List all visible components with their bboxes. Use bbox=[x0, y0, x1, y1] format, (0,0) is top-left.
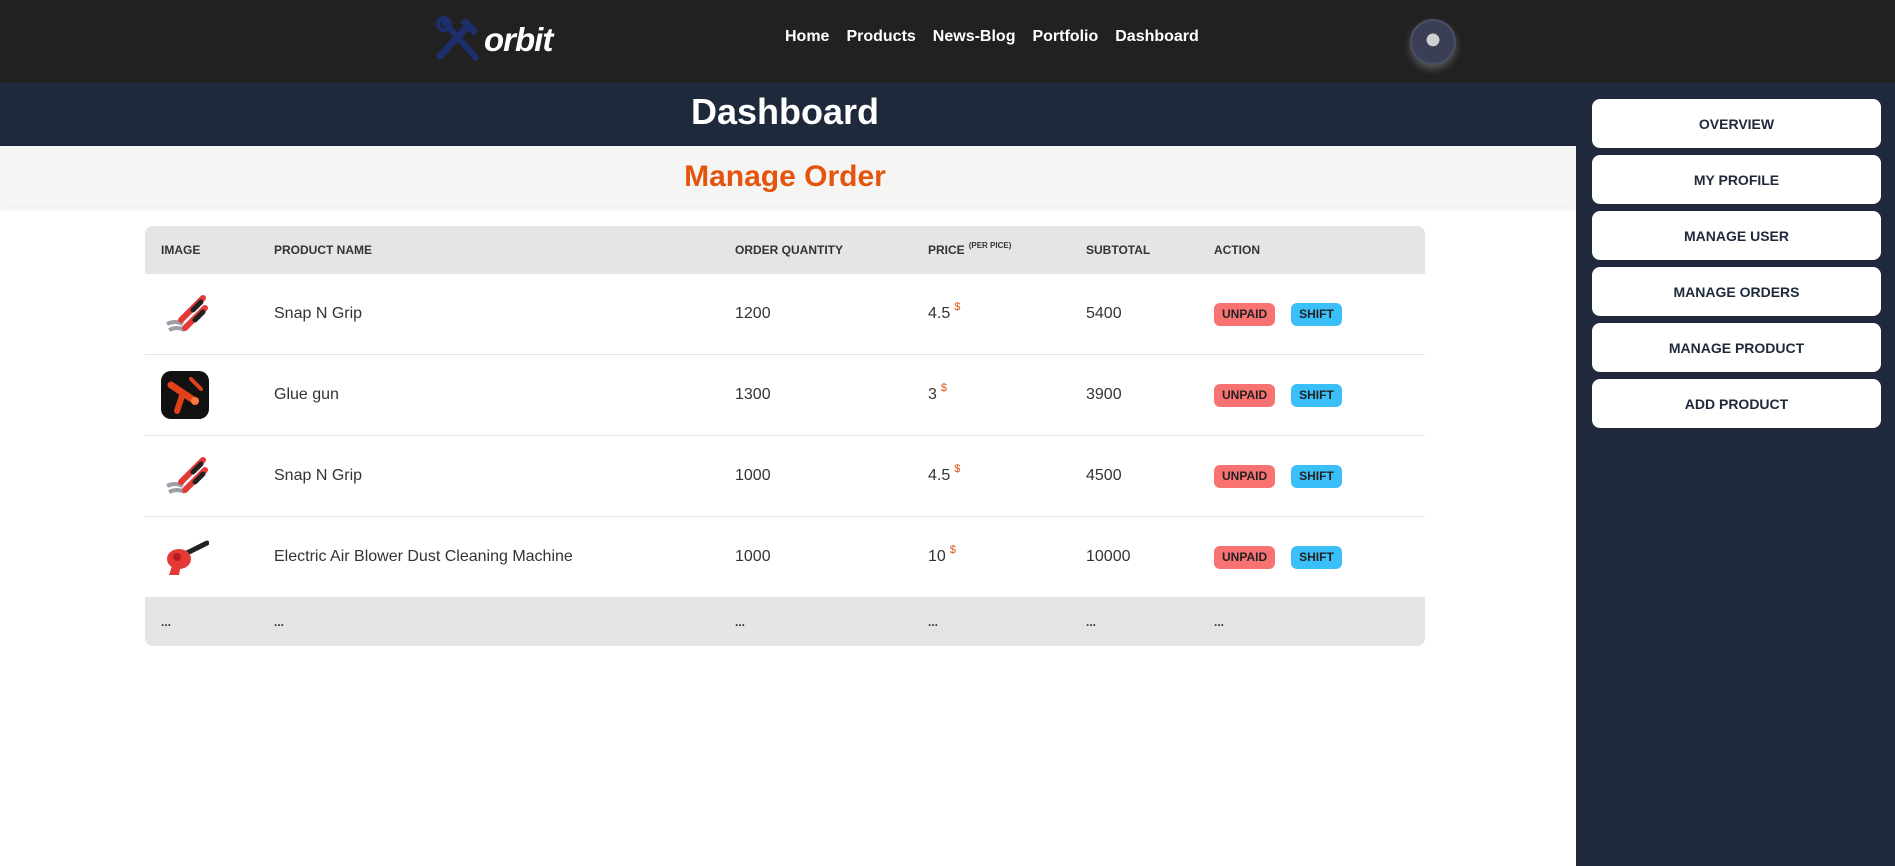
shift-button[interactable]: SHIFT bbox=[1291, 302, 1342, 326]
product-name: Snap N Grip bbox=[274, 467, 363, 484]
sidebar-overview-button[interactable]: OVERVIEW bbox=[1592, 99, 1881, 148]
currency-symbol: $ bbox=[940, 382, 948, 394]
header-subtotal: SUBTOTAL bbox=[1086, 243, 1151, 257]
sidebar-manage-product-button[interactable]: MANAGE PRODUCT bbox=[1592, 323, 1881, 372]
row-actions: UNPAID SHIFT bbox=[1214, 436, 1358, 516]
footer-cell: ... bbox=[928, 615, 939, 629]
price: 4.5 $ bbox=[928, 274, 960, 354]
header-action: ACTION bbox=[1214, 243, 1260, 257]
header-price-label: PRICE bbox=[928, 243, 965, 257]
product-name: Glue gun bbox=[274, 386, 339, 403]
header-image: IMAGE bbox=[161, 243, 201, 257]
price: 3 $ bbox=[928, 355, 947, 435]
hammer-wrench-icon bbox=[436, 16, 482, 64]
pliers-image bbox=[161, 290, 209, 338]
brand-name: orbit bbox=[484, 21, 553, 58]
table-row: Glue gun 1300 3 $ 3900 UNPAID SHIFT bbox=[145, 355, 1425, 436]
currency-symbol: $ bbox=[954, 301, 961, 313]
sidebar-manage-user-button[interactable]: MANAGE USER bbox=[1592, 211, 1881, 260]
shift-button[interactable]: SHIFT bbox=[1291, 383, 1342, 407]
air-blower-image bbox=[161, 533, 209, 581]
order-quantity: 1200 bbox=[735, 305, 771, 322]
user-avatar[interactable] bbox=[1410, 19, 1456, 65]
dashboard-sidebar: OVERVIEW MY PROFILE MANAGE USER MANAGE O… bbox=[1576, 83, 1895, 866]
footer-cell: ... bbox=[1086, 615, 1097, 629]
price-value: 3 bbox=[928, 386, 937, 403]
pliers-image bbox=[161, 452, 209, 500]
sidebar-add-product-button[interactable]: ADD PRODUCT bbox=[1592, 379, 1881, 428]
subtotal: 3900 bbox=[1086, 386, 1122, 403]
subtotal: 5400 bbox=[1086, 305, 1122, 322]
price: 10 $ bbox=[928, 517, 956, 597]
product-name: Snap N Grip bbox=[274, 305, 363, 322]
brand-logo[interactable]: orbit bbox=[436, 16, 553, 64]
order-quantity: 1000 bbox=[735, 548, 771, 565]
nav-dashboard[interactable]: Dashboard bbox=[1115, 28, 1199, 46]
header-product-name: PRODUCT NAME bbox=[274, 243, 372, 257]
footer-cell: ... bbox=[735, 615, 746, 629]
nav-products[interactable]: Products bbox=[846, 28, 915, 46]
order-quantity: 1300 bbox=[735, 386, 771, 403]
shift-button[interactable]: SHIFT bbox=[1291, 545, 1342, 569]
row-actions: UNPAID SHIFT bbox=[1214, 517, 1358, 597]
price: 4.5 $ bbox=[928, 436, 960, 516]
table-row: Snap N Grip 1200 4.5 $ 5400 UNPAID SHIFT bbox=[145, 274, 1425, 355]
dashboard-banner: Dashboard bbox=[0, 83, 1576, 146]
nav-portfolio[interactable]: Portfolio bbox=[1032, 28, 1098, 46]
footer-cell: ... bbox=[161, 615, 172, 629]
sidebar-my-profile-button[interactable]: MY PROFILE bbox=[1592, 155, 1881, 204]
header-price: PRICE (PER PICE) bbox=[928, 226, 1011, 274]
unpaid-button[interactable]: UNPAID bbox=[1214, 464, 1276, 488]
unpaid-button[interactable]: UNPAID bbox=[1214, 545, 1276, 569]
glue-gun-image bbox=[161, 371, 209, 419]
currency-symbol: $ bbox=[954, 463, 961, 475]
orders-table: IMAGE PRODUCT NAME ORDER QUANTITY PRICE … bbox=[145, 226, 1425, 646]
nav-home[interactable]: Home bbox=[785, 28, 829, 46]
price-value: 4.5 bbox=[928, 305, 951, 322]
product-name: Electric Air Blower Dust Cleaning Machin… bbox=[274, 548, 573, 565]
section-header: Manage Order bbox=[0, 146, 1576, 207]
order-quantity: 1000 bbox=[735, 467, 771, 484]
price-value: 4.5 bbox=[928, 467, 951, 484]
sidebar-manage-orders-button[interactable]: MANAGE ORDERS bbox=[1592, 267, 1881, 316]
main-nav: Home Products News-Blog Portfolio Dashbo… bbox=[785, 28, 1199, 46]
row-actions: UNPAID SHIFT bbox=[1214, 355, 1358, 435]
subtotal: 10000 bbox=[1086, 548, 1131, 565]
table-row: Snap N Grip 1000 4.5 $ 4500 UNPAID SHIFT bbox=[145, 436, 1425, 517]
page-title: Dashboard bbox=[690, 91, 880, 132]
nav-news-blog[interactable]: News-Blog bbox=[933, 28, 1016, 46]
top-navbar: orbit Home Products News-Blog Portfolio … bbox=[0, 0, 1895, 83]
unpaid-button[interactable]: UNPAID bbox=[1214, 383, 1276, 407]
table-header-row: IMAGE PRODUCT NAME ORDER QUANTITY PRICE … bbox=[145, 226, 1425, 274]
footer-cell: ... bbox=[274, 615, 285, 629]
header-order-quantity: ORDER QUANTITY bbox=[735, 243, 843, 257]
currency-symbol: $ bbox=[949, 544, 956, 556]
header-price-note: (PER PICE) bbox=[968, 240, 1012, 250]
section-title: Manage Order bbox=[684, 160, 886, 193]
price-value: 10 bbox=[928, 548, 946, 565]
unpaid-button[interactable]: UNPAID bbox=[1214, 302, 1276, 326]
row-actions: UNPAID SHIFT bbox=[1214, 274, 1358, 354]
table-row: Electric Air Blower Dust Cleaning Machin… bbox=[145, 517, 1425, 598]
table-footer-row: ... ... ... ... ... ... bbox=[145, 598, 1425, 646]
footer-cell: ... bbox=[1214, 615, 1225, 629]
shift-button[interactable]: SHIFT bbox=[1291, 464, 1342, 488]
subtotal: 4500 bbox=[1086, 467, 1122, 484]
